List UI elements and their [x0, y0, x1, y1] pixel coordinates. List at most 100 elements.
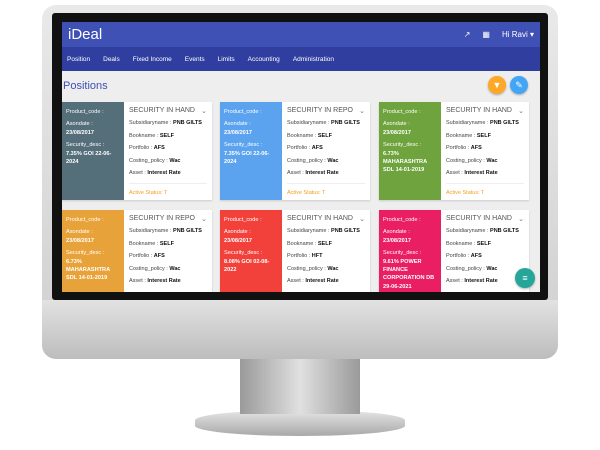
field-label: Asset :	[287, 278, 306, 284]
field-value: HFT	[311, 253, 323, 259]
asondate-label: Asondate :	[383, 229, 410, 236]
card-title: SECURITY IN HAND	[129, 107, 195, 114]
chevron-down-icon[interactable]: ⌄	[359, 107, 365, 115]
app-header: iDeal ↗ ▦ Hi Ravi ▾	[62, 22, 540, 47]
field-label: Asset :	[129, 278, 148, 284]
position-card[interactable]: Product_code : Asondate :23/08/2017 Secu…	[220, 210, 370, 292]
security-desc-label: Security_desc :	[224, 250, 263, 257]
field-label: Asset :	[446, 170, 465, 176]
subsidiary-field: Subsidiaryname : PNB GILTS	[446, 228, 524, 234]
subsidiary-field: Subsidiaryname : PNB GILTS	[287, 228, 365, 234]
nav-item-accounting[interactable]: Accounting	[248, 56, 280, 63]
field-label: Subsidiaryname :	[446, 120, 491, 126]
bookname-field: Bookname : SELF	[446, 241, 524, 247]
field-label: Costing_policy :	[287, 157, 328, 164]
asset-field: Asset : Interest Rate	[287, 278, 365, 284]
monitor-chin	[42, 300, 558, 359]
field-value: PNB GILTS	[331, 228, 360, 234]
security-desc-label: Security_desc :	[66, 142, 105, 149]
security-desc-value: 6.73% MAHARASHTRA SDL 14-01-2019	[383, 150, 427, 174]
costing-policy-field: Costing_policy : Wac	[446, 266, 524, 272]
card-details: SECURITY IN REPO ⌄ Subsidiaryname : PNB G…	[282, 102, 370, 200]
field-label: Bookname :	[446, 240, 477, 247]
field-value: Interest Rate	[464, 170, 498, 176]
field-value: AFS	[470, 253, 482, 259]
chevron-down-icon[interactable]: ⌄	[518, 107, 524, 115]
card-details: SECURITY IN HAND ⌄ Subsidiaryname : PNB G…	[282, 210, 370, 292]
asondate-value: 23/08/2017	[383, 237, 411, 244]
active-status: Active Status: T	[287, 182, 365, 196]
nav-item-administration[interactable]: Administration	[293, 56, 334, 63]
field-value: Interest Rate	[305, 278, 339, 284]
position-card[interactable]: Product_code : Asondate :23/08/2017 Secu…	[379, 102, 529, 200]
field-value: AFS	[311, 145, 323, 151]
app-logo[interactable]: iDeal	[68, 26, 452, 43]
security-desc-label: Security_desc :	[66, 250, 105, 257]
field-value: SELF	[159, 132, 174, 139]
menu-button[interactable]: ≡	[515, 268, 535, 288]
chevron-down-icon[interactable]: ⌄	[201, 215, 207, 223]
field-label: Bookname :	[446, 132, 477, 139]
field-value: SELF	[317, 240, 332, 247]
field-value: Interest Rate	[305, 170, 339, 176]
position-card[interactable]: Product_code : Asondate :23/08/2017 Secu…	[62, 210, 212, 292]
subsidiary-field: Subsidiaryname : PNB GILTS	[446, 120, 524, 126]
nav-item-events[interactable]: Events	[185, 56, 205, 63]
bookname-field: Bookname : SELF	[446, 133, 524, 139]
nav-item-position[interactable]: Position	[67, 56, 90, 63]
position-card[interactable]: Product_code : Asondate :23/08/2017 Secu…	[62, 102, 212, 200]
field-label: Subsidiaryname :	[287, 120, 332, 126]
field-value: PNB GILTS	[331, 120, 360, 126]
card-title: SECURITY IN HAND	[446, 107, 512, 114]
position-card[interactable]: Product_code : Asondate :23/08/2017 Secu…	[379, 210, 529, 292]
pencil-icon: ✎	[515, 79, 523, 90]
chevron-down-icon[interactable]: ⌄	[201, 107, 207, 115]
field-label: Subsidiaryname :	[129, 228, 174, 234]
chart-icon[interactable]: ↗	[464, 30, 471, 39]
card-summary: Product_code : Asondate :23/08/2017 Secu…	[220, 102, 282, 200]
security-desc-label: Security_desc :	[224, 142, 263, 149]
filter-button[interactable]: ▼	[488, 76, 506, 94]
app-screen: iDeal ↗ ▦ Hi Ravi ▾ Position Deals Fixed I…	[62, 22, 540, 292]
nav-item-deals[interactable]: Deals	[103, 56, 120, 63]
monitor-stand	[240, 359, 360, 414]
portfolio-field: Portfolio : AFS	[446, 253, 524, 259]
field-value: Wac	[486, 265, 498, 272]
costing-policy-field: Costing_policy : Wac	[287, 266, 365, 272]
field-label: Bookname :	[287, 240, 318, 247]
portfolio-field: Portfolio : AFS	[446, 145, 524, 151]
field-label: Costing_policy :	[446, 265, 487, 272]
security-desc-label: Security_desc :	[383, 250, 422, 257]
field-value: Wac	[327, 265, 339, 272]
field-label: Bookname :	[129, 240, 160, 247]
field-label: Asset :	[446, 278, 465, 284]
field-value: AFS	[153, 253, 165, 259]
asondate-label: Asondate :	[224, 229, 251, 236]
field-label: Asset :	[129, 170, 148, 176]
user-menu[interactable]: Hi Ravi ▾	[502, 30, 534, 39]
grid-icon[interactable]: ▦	[482, 30, 490, 39]
edit-button[interactable]: ✎	[510, 76, 528, 94]
card-summary: Product_code : Asondate :23/08/2017 Secu…	[62, 210, 124, 292]
active-status: Active Status: T	[129, 182, 207, 196]
main-nav: Position Deals Fixed Income Events Limits Acc…	[62, 47, 540, 71]
bookname-field: Bookname : SELF	[129, 241, 207, 247]
chevron-down-icon[interactable]: ⌄	[359, 215, 365, 223]
product-code-label: Product_code :	[383, 109, 421, 115]
security-desc-value: 7.35% GOI 22-06-2024	[66, 150, 112, 165]
field-label: Bookname :	[129, 132, 160, 139]
asondate-label: Asondate :	[224, 121, 251, 128]
card-title: SECURITY IN HAND	[287, 215, 353, 222]
nav-item-fixed-income[interactable]: Fixed Income	[133, 56, 172, 63]
card-summary: Product_code : Asondate :23/08/2017 Secu…	[379, 210, 441, 292]
position-card[interactable]: Product_code : Asondate :23/08/2017 Secu…	[220, 102, 370, 200]
card-title: SECURITY IN REPO	[129, 215, 195, 222]
product-code-label: Product_code :	[66, 217, 104, 223]
filter-icon: ▼	[492, 80, 502, 90]
field-value: PNB GILTS	[173, 120, 202, 126]
subsidiary-field: Subsidiaryname : PNB GILTS	[287, 120, 365, 126]
nav-item-limits[interactable]: Limits	[218, 56, 235, 63]
asondate-value: 23/08/2017	[66, 237, 94, 244]
chevron-down-icon[interactable]: ⌄	[518, 215, 524, 223]
field-value: SELF	[317, 132, 332, 139]
